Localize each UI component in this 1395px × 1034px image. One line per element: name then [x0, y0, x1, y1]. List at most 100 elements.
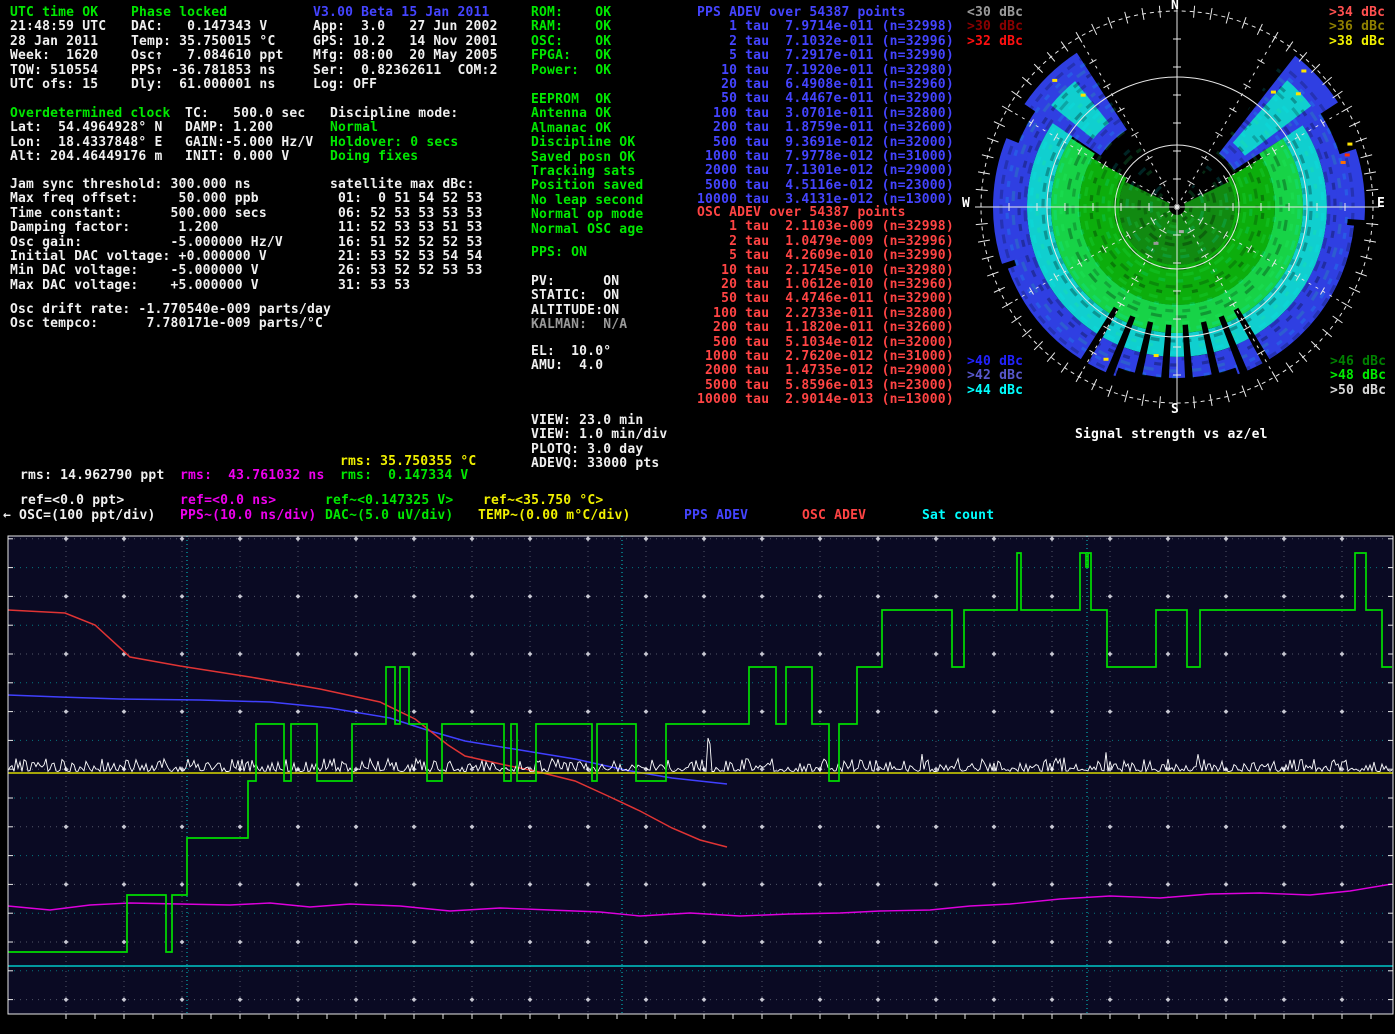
text-line: Ser: 0.82362611 COM:2: [313, 64, 498, 78]
dbc-legend-top-right: >34 dBc>36 dBc>38 dBc: [1329, 6, 1385, 49]
drift-block: Osc drift rate: -1.770540e-009 parts/day…: [10, 303, 331, 332]
pps-state-block: PPS: ON: [531, 246, 587, 260]
text-line: 2 tau 1.0479e-009 (n=32996): [697, 235, 954, 249]
text-line: 50 tau 4.4467e-011 (n=32900): [697, 92, 954, 106]
text-line: Log: OFF: [313, 78, 498, 92]
text-line: 20 tau 6.4908e-011 (n=32960): [697, 78, 954, 92]
text-line: Osc drift rate: -1.770540e-009 parts/day: [10, 303, 331, 317]
elevation-block: EL: 10.0°AMU: 4.0: [531, 345, 611, 374]
polar-chart-title: Signal strength vs az/el: [1075, 427, 1268, 442]
dbc-legend-bottom-left: >40 dBc>42 dBc>44 dBc: [967, 355, 1023, 398]
scale-osc: ← OSC=(100 ppt/div): [3, 509, 156, 523]
text-line: VIEW: 23.0 min: [531, 414, 667, 428]
text-line: >42 dBc: [967, 369, 1023, 383]
text-line: 01: 0 51 54 52 53: [330, 192, 483, 206]
view-block: VIEW: 23.0 minVIEW: 1.0 min/divPLOTQ: 3.…: [531, 414, 667, 472]
text-line: Jam sync threshold: 300.000 ns: [10, 178, 283, 192]
text-line: OSC ADEV over 54387 points: [697, 206, 954, 220]
text-line: 5 tau 4.2609e-010 (n=32990): [697, 249, 954, 263]
text-line: FPGA: OK: [531, 49, 611, 63]
text-line: PPS ADEV over 54387 points: [697, 6, 954, 20]
compass-east-label: E: [1377, 196, 1385, 211]
text-line: GAIN:-5.000 Hz/V: [185, 136, 313, 150]
text-line: >48 dBc: [1330, 369, 1386, 383]
text-line: Discipline OK: [531, 136, 643, 150]
text-line: 50 tau 4.4746e-011 (n=32900): [697, 292, 954, 306]
text-line: 10 tau 7.1920e-011 (n=32980): [697, 64, 954, 78]
text-line: 26: 53 52 52 53 53: [330, 264, 483, 278]
rms-pps: rms: 43.761032 ns: [180, 469, 324, 483]
dbc-legend-bottom-right: >46 dBc>48 dBc>50 dBc: [1330, 355, 1386, 398]
text-line: Doing fixes: [330, 150, 458, 164]
text-line: >30 dBc: [967, 20, 1023, 34]
text-line: DAC~(5.0 uV/div): [325, 509, 453, 523]
text-line: Lat: 54.4964928° N: [10, 121, 171, 135]
text-line: 2000 tau 1.4735e-012 (n=29000): [697, 364, 954, 378]
text-line: 20 tau 1.0612e-010 (n=32960): [697, 278, 954, 292]
text-line: App: 3.0 27 Jun 2002: [313, 20, 498, 34]
text-line: ROM: OK: [531, 6, 611, 20]
gps-status-block: EEPROM OKAntenna OKAlmanac OKDiscipline …: [531, 93, 643, 237]
lady-heather-screen: UTC time OK21:48:59 UTC28 Jan 2011Week: …: [0, 0, 1395, 1034]
text-line: PPS~(10.0 ns/div): [180, 509, 316, 523]
text-line: 500 tau 5.1034e-012 (n=32000): [697, 336, 954, 350]
dbc-legend-top-left: <30 dBc>30 dBc>32 dBc: [967, 6, 1023, 49]
text-line: 10 tau 2.1745e-010 (n=32980): [697, 264, 954, 278]
text-line: Tracking sats: [531, 165, 643, 179]
filter-block: PV: ONSTATIC: ONALTITUDE:ONKALMAN: N/A: [531, 275, 627, 333]
text-line: 500 tau 9.3691e-012 (n=32000): [697, 136, 954, 150]
text-line: 5 tau 7.2917e-011 (n=32990): [697, 49, 954, 63]
text-line: Damping factor: 1.200: [10, 221, 283, 235]
rms-dac: rms: 0.147334 V: [340, 469, 468, 483]
text-line: Osc tempco: 7.780171e-009 parts/°C: [10, 317, 331, 331]
version-block: V3.00 Beta 15 Jan 2011App: 3.0 27 Jun 20…: [313, 6, 498, 92]
osc-params-block: Jam sync threshold: 300.000 nsMax freq o…: [10, 178, 283, 293]
rms-osc: rms: 14.962790 ppt: [20, 469, 164, 483]
text-line: ADEVQ: 33000 pts: [531, 457, 667, 471]
text-line: DAMP: 1.200: [185, 121, 313, 135]
text-line: Time constant: 500.000 secs: [10, 207, 283, 221]
ref-temp: ref~<35.750 °C>: [483, 494, 603, 508]
satellite-dbc-table: satellite max dBc: 01: 0 51 54 52 53 06:…: [330, 178, 483, 293]
position-block: Overdetermined clockLat: 54.4964928° NLo…: [10, 107, 171, 165]
text-line: >46 dBc: [1330, 355, 1386, 369]
text-line: 200 tau 1.8759e-011 (n=32600): [697, 121, 954, 135]
text-line: STATIC: ON: [531, 289, 627, 303]
text-line: Max freq offset: 50.000 ppb: [10, 192, 283, 206]
text-line: 2000 tau 7.1301e-012 (n=29000): [697, 164, 954, 178]
text-line: V3.00 Beta 15 Jan 2011: [313, 6, 498, 20]
text-line: UTC ofs: 15: [10, 78, 106, 92]
ref-dac: ref~<0.147325 V>: [325, 494, 453, 508]
text-line: 11: 52 53 53 51 53: [330, 221, 483, 235]
text-line: RAM: OK: [531, 20, 611, 34]
text-line: >40 dBc: [967, 355, 1023, 369]
text-line: >44 dBc: [967, 384, 1023, 398]
text-line: 100 tau 3.0701e-011 (n=32800): [697, 107, 954, 121]
text-line: >36 dBc: [1329, 20, 1385, 34]
compass-north-label: N: [1171, 0, 1179, 13]
text-line: 28 Jan 2011: [10, 35, 106, 49]
text-line: DAC: 0.147343 V: [131, 20, 284, 34]
text-line: Power: OK: [531, 64, 611, 78]
text-line: 10000 tau 2.9014e-013 (n=13000): [697, 393, 954, 407]
legend-pps-adev: PPS ADEV: [684, 509, 748, 523]
text-line: Min DAC voltage: -5.000000 V: [10, 264, 283, 278]
loop-params-block: TC: 500.0 secDAMP: 1.200GAIN:-5.000 Hz/V…: [185, 107, 313, 165]
text-line: INIT: 0.000 V: [185, 150, 313, 164]
text-line: Normal: [330, 121, 458, 135]
text-line: ref=<0.0 ppt>: [20, 494, 124, 508]
text-line: Temp: 35.750015 °C: [131, 35, 284, 49]
text-line: <30 dBc: [967, 6, 1023, 20]
text-line: Position saved: [531, 179, 643, 193]
text-line: Saved posn OK: [531, 151, 643, 165]
text-line: Normal op mode: [531, 208, 643, 222]
text-line: 21:48:59 UTC: [10, 20, 106, 34]
text-line: Normal OSC age: [531, 223, 643, 237]
text-line: AMU: 4.0: [531, 359, 611, 373]
text-line: 06: 52 53 53 53 53: [330, 207, 483, 221]
compass-south-label: S: [1171, 402, 1179, 417]
text-line: 2 tau 7.1032e-011 (n=32996): [697, 35, 954, 49]
text-line: PLOTQ: 3.0 day: [531, 443, 667, 457]
text-line: ref~<35.750 °C>: [483, 494, 603, 508]
text-line: 31: 53 53: [330, 279, 483, 293]
